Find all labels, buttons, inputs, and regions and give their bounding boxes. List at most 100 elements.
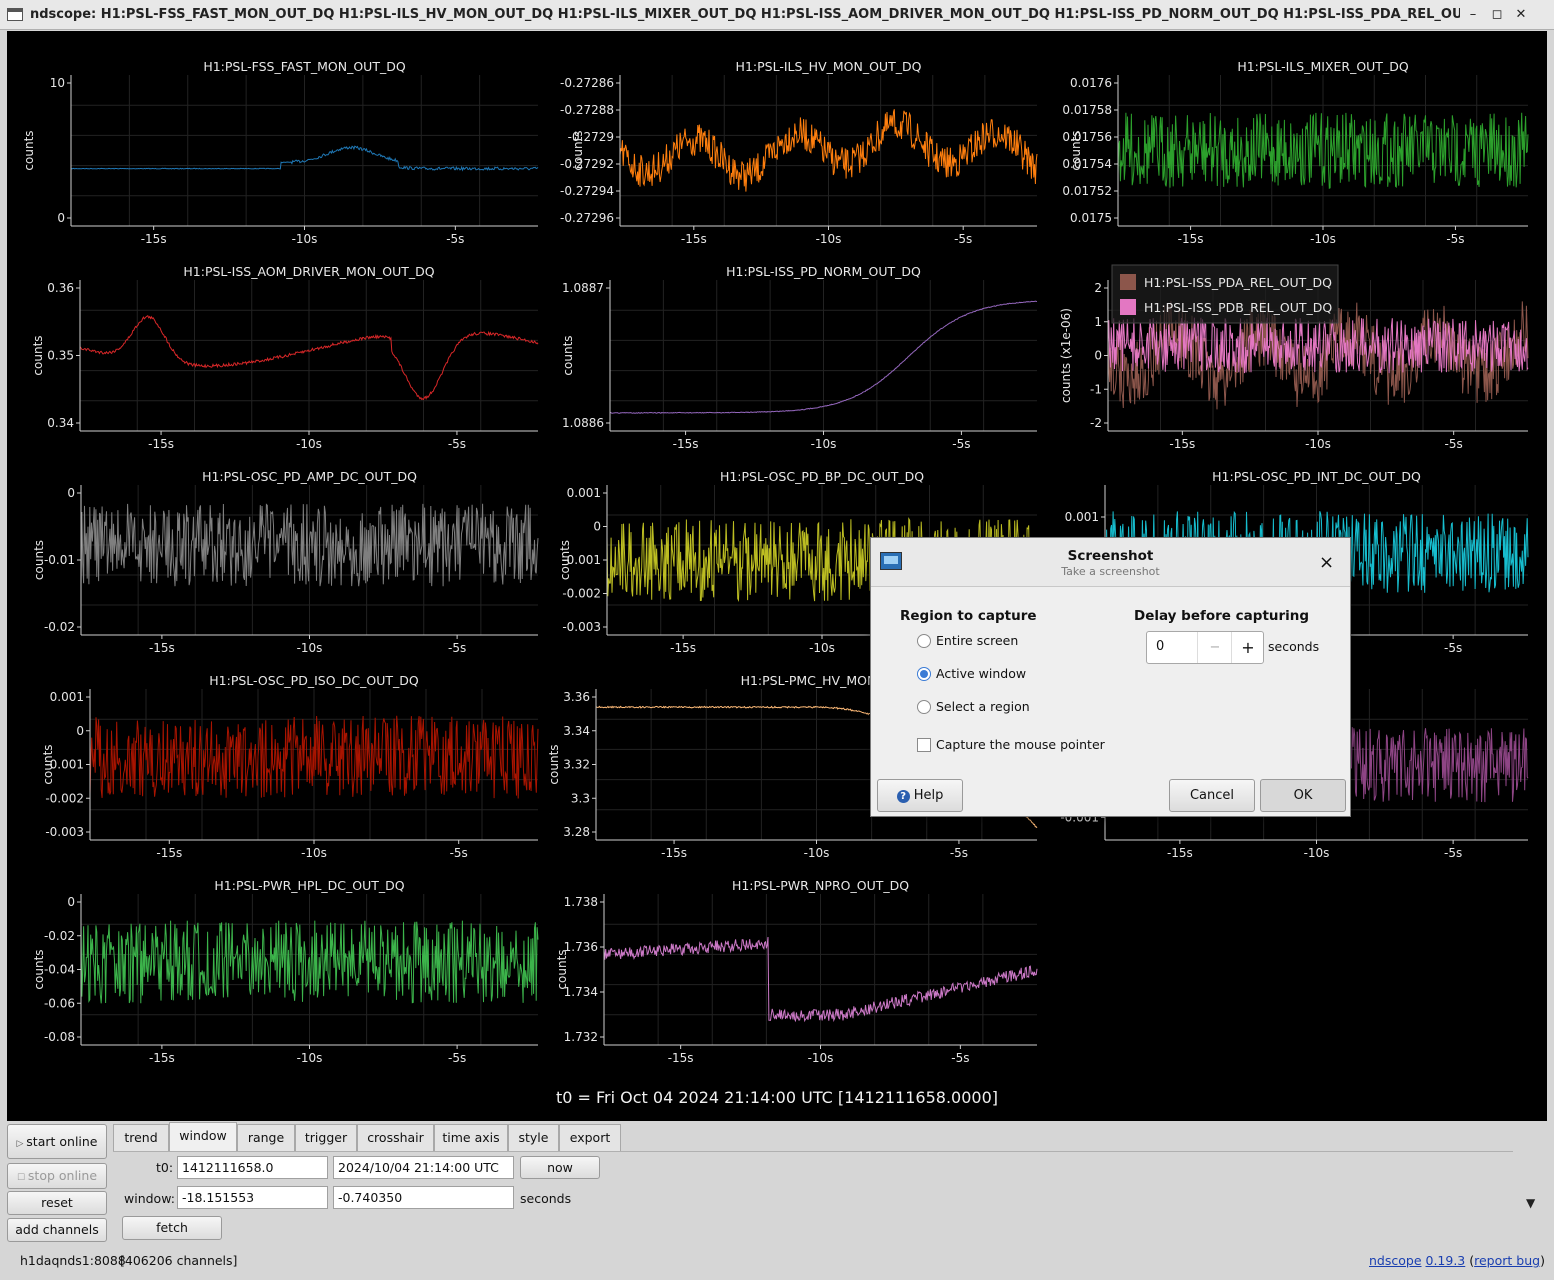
- y-axis-label: counts (x1e-06): [1059, 308, 1073, 403]
- y-tick-label: -1: [1090, 382, 1102, 396]
- y-tick-label: -0.06: [44, 996, 75, 1010]
- restore-button[interactable]: ◻: [1488, 6, 1506, 24]
- y-tick-label: 1.738: [564, 895, 598, 909]
- y-tick-label: -0.08: [44, 1030, 75, 1044]
- dialog-subtitle: Take a screenshot: [1061, 565, 1160, 578]
- plot-title: H1:PSL-FSS_FAST_MON_OUT_DQ: [203, 59, 406, 74]
- x-tick-label: -5s: [448, 1051, 466, 1065]
- y-tick-label: 1.0887: [562, 281, 604, 295]
- tab-time-axis[interactable]: time axis: [434, 1124, 508, 1151]
- tab-crosshair[interactable]: crosshair: [357, 1124, 434, 1151]
- collapse-panel-icon[interactable]: ▼: [1526, 1196, 1535, 1210]
- x-tick-label: -5s: [448, 641, 466, 655]
- x-tick-label: -10s: [1310, 232, 1336, 246]
- delay-value[interactable]: 0: [1156, 639, 1164, 654]
- plot-title: H1:PSL-ILS_HV_MON_OUT_DQ: [735, 59, 922, 74]
- close-window-button[interactable]: ✕: [1512, 6, 1530, 24]
- y-tick-label: -0.002: [562, 587, 601, 601]
- radio-entire-screen[interactable]: [917, 634, 931, 648]
- fetch-button[interactable]: fetch: [122, 1216, 222, 1240]
- plot-title: H1:PSL-OSC_PD_AMP_DC_OUT_DQ: [202, 469, 417, 484]
- version-info: ndscope 0.19.3 (report bug): [1369, 1253, 1545, 1268]
- active-window-label: Active window: [936, 666, 1027, 681]
- tab-window[interactable]: window: [169, 1122, 237, 1151]
- radio-select-region[interactable]: [917, 700, 931, 714]
- y-tick-label: 0.01758: [1062, 103, 1112, 117]
- minimize-button[interactable]: –: [1464, 6, 1482, 24]
- x-tick-label: -5s: [954, 232, 972, 246]
- tab-trend[interactable]: trend: [113, 1124, 169, 1151]
- y-tick-label: 0: [67, 895, 75, 909]
- x-tick-label: -15s: [148, 437, 174, 451]
- tab-trigger[interactable]: trigger: [295, 1124, 357, 1151]
- t0-gps-input[interactable]: 1412111658.0: [177, 1156, 328, 1179]
- legend-swatch: [1120, 299, 1136, 315]
- y-tick-label: -0.27292: [560, 157, 614, 171]
- tab-export[interactable]: export: [559, 1124, 621, 1151]
- y-tick-label: 0.01752: [1062, 184, 1112, 198]
- y-tick-label: 0.34: [47, 416, 74, 430]
- y-tick-label: 3.3: [571, 791, 590, 805]
- tab-style[interactable]: style: [508, 1124, 559, 1151]
- x-tick-label: -15s: [670, 641, 696, 655]
- x-tick-label: -15s: [1169, 437, 1195, 451]
- y-axis-label: counts: [41, 744, 55, 784]
- y-tick-label: -0.04: [44, 963, 75, 977]
- y-tick-label: -0.003: [45, 825, 84, 839]
- y-tick-label: 0.001: [1065, 510, 1099, 524]
- x-tick-label: -10s: [297, 641, 323, 655]
- x-tick-label: -10s: [811, 437, 837, 451]
- y-tick-label: 1.0886: [562, 416, 604, 430]
- delay-increment-button[interactable]: +: [1231, 632, 1264, 663]
- x-tick-label: -10s: [809, 641, 835, 655]
- x-tick-label: -15s: [141, 232, 167, 246]
- radio-active-window[interactable]: [917, 667, 931, 681]
- x-tick-label: -15s: [149, 641, 175, 655]
- x-tick-label: -10s: [808, 1051, 834, 1065]
- y-tick-label: 0.35: [47, 349, 74, 363]
- y-tick-label: 0.36: [47, 281, 74, 295]
- cancel-button[interactable]: Cancel: [1169, 779, 1255, 812]
- reset-button[interactable]: reset: [7, 1191, 107, 1215]
- dialog-header: Screenshot Take a screenshot ×: [871, 538, 1350, 587]
- delay-decrement-button[interactable]: −: [1197, 632, 1232, 663]
- tab-range[interactable]: range: [237, 1124, 295, 1151]
- y-tick-label: 0: [67, 486, 75, 500]
- x-tick-label: -15s: [149, 1051, 175, 1065]
- delay-spinbox: 0 − +: [1146, 631, 1264, 664]
- y-tick-label: 3.36: [563, 690, 590, 704]
- add-channels-button[interactable]: add channels: [7, 1218, 107, 1242]
- y-tick-label: 0: [76, 724, 84, 738]
- report-bug-link[interactable]: report bug: [1474, 1253, 1540, 1268]
- x-tick-label: -10s: [297, 1051, 323, 1065]
- plot-title: H1:PSL-OSC_PD_INT_DC_OUT_DQ: [1212, 469, 1421, 484]
- now-button[interactable]: now: [520, 1156, 600, 1179]
- ok-button[interactable]: OK: [1260, 779, 1346, 812]
- y-tick-label: 3.32: [563, 758, 590, 772]
- start-online-button[interactable]: ▷ start online: [7, 1124, 107, 1159]
- y-tick-label: -0.02: [44, 620, 75, 634]
- x-tick-label: -15s: [1178, 232, 1204, 246]
- ndscope-link[interactable]: ndscope: [1369, 1253, 1422, 1268]
- window-seconds-label: seconds: [520, 1191, 572, 1206]
- window-end-input[interactable]: -0.740350: [333, 1186, 514, 1209]
- t0-utc-input[interactable]: 2024/10/04 21:14:00 UTC: [333, 1156, 514, 1179]
- window-titlebar: ndscope: H1:PSL-FSS_FAST_MON_OUT_DQ H1:P…: [0, 0, 1554, 30]
- help-button[interactable]: ? Help: [877, 779, 963, 812]
- capture-pointer-checkbox[interactable]: [917, 738, 931, 752]
- tab-divider: [113, 1151, 1513, 1152]
- stop-online-label: stop online: [27, 1168, 98, 1183]
- y-axis-label: counts: [555, 949, 569, 989]
- y-tick-label: -0.27286: [560, 76, 614, 90]
- t0-field-label: t0:: [156, 1160, 174, 1175]
- y-tick-label: -0.02: [44, 929, 75, 943]
- window-start-input[interactable]: -18.151553: [177, 1186, 328, 1209]
- stop-online-button[interactable]: ☐ stop online: [7, 1163, 107, 1189]
- dialog-close-button[interactable]: ×: [1319, 552, 1334, 573]
- version-link[interactable]: 0.19.3: [1426, 1253, 1466, 1268]
- x-tick-label: -10s: [804, 846, 830, 860]
- y-tick-label: 0.0175: [1070, 211, 1112, 225]
- x-tick-label: -5s: [1444, 641, 1462, 655]
- plot-title: H1:PSL-PWR_NPRO_OUT_DQ: [731, 878, 910, 893]
- start-online-label: start online: [26, 1134, 98, 1149]
